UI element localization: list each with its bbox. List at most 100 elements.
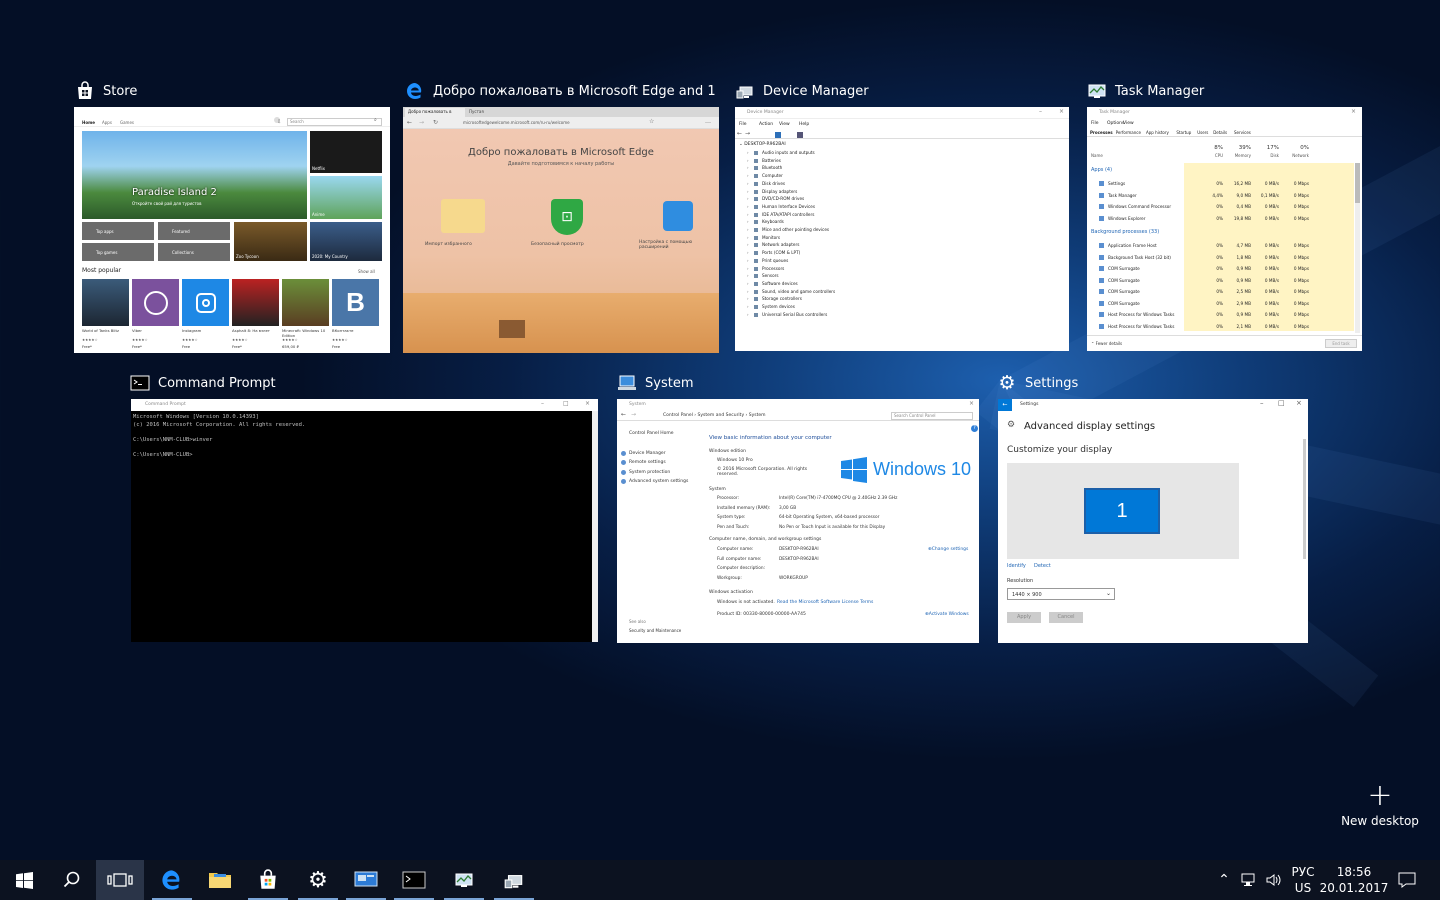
resolution-select[interactable]: 1440 × 900 ⌄ — [1007, 588, 1115, 600]
tile-featured[interactable]: Featured — [158, 222, 230, 240]
end-task-button[interactable]: End task — [1325, 339, 1357, 348]
taskbar-device-manager[interactable] — [490, 860, 538, 900]
dm-tree-item[interactable]: Network adapters — [762, 242, 799, 247]
tm-row-name[interactable]: COM Surrogate — [1108, 266, 1140, 271]
tm-col-name[interactable]: Name — [1091, 153, 1103, 158]
taskbar-cmd[interactable] — [390, 860, 438, 900]
see-also-link[interactable]: Security and Maintenance — [629, 628, 681, 633]
store-tab-apps[interactable]: Apps — [102, 120, 112, 125]
store-search-input[interactable]: Search — [287, 118, 382, 126]
dm-expand-icon[interactable]: › — [747, 181, 749, 186]
app-tile-viber[interactable] — [132, 279, 179, 326]
menu-icon[interactable]: … — [705, 118, 711, 125]
tm-tab[interactable]: Startup — [1176, 130, 1191, 135]
cmd-thumbnail[interactable]: Command Prompt – □ × Microsoft Windows [… — [131, 399, 598, 642]
dm-expand-icon[interactable]: › — [747, 312, 749, 317]
settings-thumbnail[interactable]: ← Settings – □ × ⚙ Advanced display sett… — [998, 399, 1308, 643]
tm-tab[interactable]: Services — [1234, 130, 1251, 135]
tm-tab[interactable]: Users — [1197, 130, 1208, 135]
tm-scrollbar[interactable] — [1355, 163, 1360, 333]
minimize-icon[interactable]: – — [1039, 108, 1042, 115]
dm-tree-item[interactable]: Sound, video and game controllers — [762, 289, 835, 294]
settings-scrollbar[interactable] — [1303, 439, 1306, 559]
tm-row-name[interactable]: Host Process for Windows Tasks — [1108, 312, 1174, 317]
app-tile-vk[interactable]: B — [332, 279, 379, 326]
dm-expand-icon[interactable]: › — [747, 212, 749, 217]
dm-menu-item[interactable]: View — [779, 122, 790, 127]
dm-expand-icon[interactable]: › — [747, 296, 749, 301]
back-icon[interactable]: ← — [407, 119, 412, 126]
breadcrumb[interactable]: Control Panel › System and Security › Sy… — [663, 413, 766, 418]
tm-row-name[interactable]: Windows Explorer — [1108, 216, 1145, 221]
tray-clock[interactable]: 18:56 20.01.2017 — [1320, 860, 1389, 900]
side-tile[interactable]: Netflix — [310, 131, 382, 173]
edge-address-input[interactable]: microsoftedgewelcome.microsoft.com/ru-ru… — [463, 120, 570, 125]
tm-col-label[interactable]: Network — [1281, 153, 1309, 158]
back-button[interactable]: ← — [998, 399, 1012, 411]
window-title-settings[interactable]: ⚙ Settings — [997, 372, 1297, 394]
dm-expand-icon[interactable]: › — [747, 204, 749, 209]
dm-tree-item[interactable]: Audio inputs and outputs — [762, 150, 815, 155]
tm-apps-header[interactable]: Apps (4) — [1091, 167, 1112, 173]
dm-tree-root[interactable]: ⌄ DESKTOP-R962BAI — [739, 142, 786, 147]
license-terms-link[interactable]: Read the Microsoft Software License Term… — [777, 600, 873, 605]
close-icon[interactable]: × — [1351, 108, 1356, 115]
taskbar-file-explorer[interactable] — [196, 860, 244, 900]
sys-left-link[interactable]: System protection — [629, 470, 670, 475]
store-tab-home[interactable]: Home — [82, 120, 95, 125]
side-tile[interactable]: Zoo Tycoon — [234, 222, 307, 261]
dm-tree-item[interactable]: IDE ATA/ATAPI controllers — [762, 212, 814, 217]
tray-volume[interactable] — [1262, 860, 1286, 900]
back-icon[interactable]: ← — [621, 411, 626, 418]
dm-tree-item[interactable]: Bluetooth — [762, 165, 782, 170]
edge-feature[interactable]: Настройка с помощью расширений — [639, 240, 709, 250]
dm-tree-item[interactable]: Print queues — [762, 258, 788, 263]
cmd-scrollbar[interactable] — [592, 411, 598, 642]
edge-tab[interactable]: Добро пожаловать в — [405, 108, 465, 117]
activate-windows-link[interactable]: ⊕Activate Windows — [925, 612, 969, 617]
close-icon[interactable]: × — [585, 400, 590, 407]
dm-menu-item[interactable]: Help — [799, 122, 809, 127]
scan-icon[interactable] — [797, 132, 803, 138]
side-tile[interactable]: 2020: My Country — [310, 222, 382, 261]
tm-col-label[interactable]: Memory — [1223, 153, 1251, 158]
fewer-details-link[interactable]: ⌃ Fewer details — [1091, 341, 1122, 346]
window-title-edge[interactable]: Добро пожаловать в Microsoft Edge and 1 … — [405, 80, 715, 102]
taskbar-task-manager[interactable] — [440, 860, 488, 900]
tm-row-name[interactable]: COM Surrogate — [1108, 289, 1140, 294]
window-title-task-manager[interactable]: Task Manager — [1087, 80, 1357, 102]
minimize-icon[interactable]: – — [1260, 399, 1264, 407]
edge-feature[interactable]: Импорт избранного — [425, 242, 472, 247]
dm-expand-icon[interactable]: › — [747, 273, 749, 278]
close-icon[interactable]: × — [1059, 108, 1064, 115]
system-thumbnail[interactable]: System × ← → Control Panel › System and … — [617, 399, 979, 643]
app-tile-minecraft[interactable] — [282, 279, 329, 326]
side-tile[interactable]: Anime — [310, 176, 382, 219]
dm-expand-icon[interactable]: › — [747, 242, 749, 247]
sys-left-link[interactable]: Control Panel Home — [629, 431, 674, 436]
tm-bg-header[interactable]: Background processes (33) — [1091, 229, 1159, 235]
store-thumbnail[interactable]: Home Apps Games ⇩ Search ⌕ Paradise Isla… — [74, 107, 390, 353]
dm-expand-icon[interactable]: › — [747, 227, 749, 232]
taskbar-system[interactable] — [342, 860, 390, 900]
dm-tree-item[interactable]: Universal Serial Bus controllers — [762, 312, 827, 317]
tile-top-apps[interactable]: Top apps — [82, 222, 154, 240]
maximize-icon[interactable]: □ — [563, 400, 569, 407]
tm-tab[interactable]: Processes — [1090, 130, 1113, 135]
dm-tree-item[interactable]: Display adapters — [762, 189, 797, 194]
taskbar-settings[interactable]: ⚙ — [294, 860, 342, 900]
tm-row-name[interactable]: Background Task Host (32 bit) — [1108, 255, 1171, 260]
edge-tab[interactable]: Пустая — [469, 109, 484, 114]
dm-tree-item[interactable]: Monitors — [762, 235, 780, 240]
dm-expand-icon[interactable]: › — [747, 281, 749, 286]
task-view-button[interactable] — [96, 860, 144, 900]
app-tile-world-of-tanks[interactable] — [82, 279, 129, 326]
dm-expand-icon[interactable]: › — [747, 196, 749, 201]
favorite-icon[interactable]: ☆ — [649, 118, 654, 125]
dm-expand-icon[interactable]: › — [747, 165, 749, 170]
window-title-system[interactable]: System — [617, 372, 977, 394]
tm-row-name[interactable]: COM Surrogate — [1108, 301, 1140, 306]
task-manager-thumbnail[interactable]: Task Manager × File Options View Processes… — [1087, 107, 1362, 351]
dm-tree-item[interactable]: System devices — [762, 304, 795, 309]
tm-row-name[interactable]: COM Surrogate — [1108, 278, 1140, 283]
